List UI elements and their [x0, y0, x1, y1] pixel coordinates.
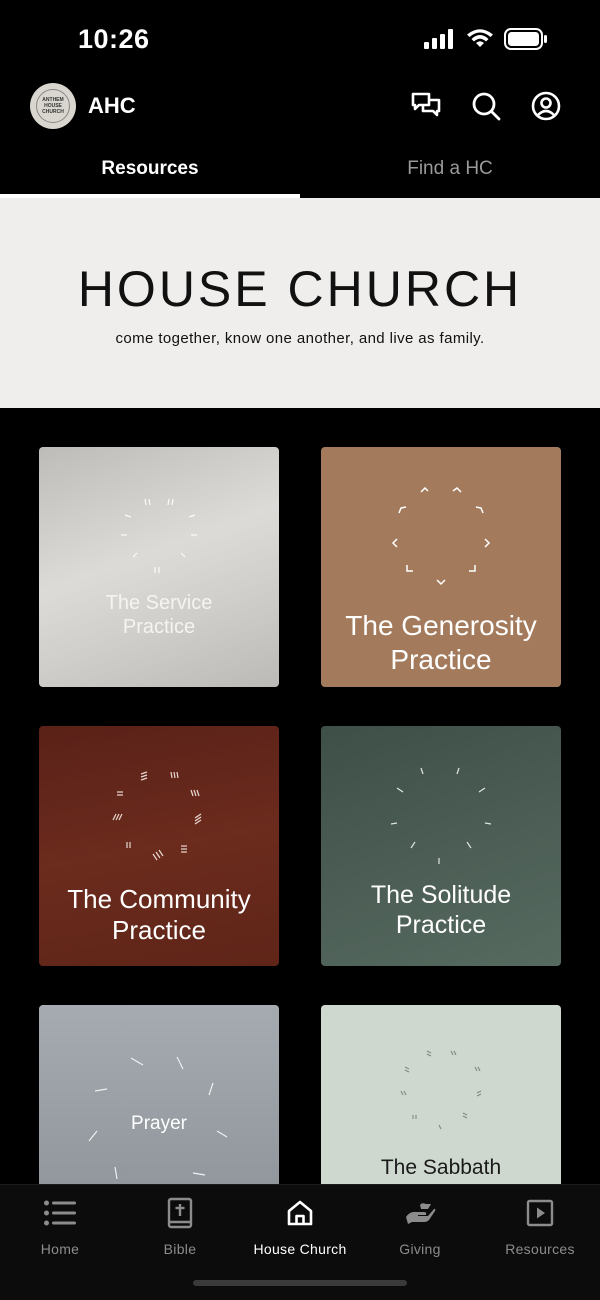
card-title: The Generosity Practice [321, 609, 561, 676]
battery-icon [504, 28, 547, 50]
card-title: The Community Practice [39, 884, 279, 946]
card-title: The Sabbath [380, 1156, 502, 1179]
church-logo-avatar[interactable]: ANTHEM HOUSE CHURCH [30, 83, 76, 129]
wifi-icon [467, 29, 493, 47]
status-bar: 10:26 [0, 0, 600, 80]
tab-resources[interactable]: Resources [0, 140, 300, 198]
status-time: 10:26 [78, 24, 150, 54]
hero-banner: HOUSE CHURCH come together, know one ano… [0, 198, 600, 408]
nav-label: Resources [505, 1241, 575, 1257]
card-sabbath[interactable]: The Sabbath [321, 1005, 561, 1184]
card-title-line: The Solitude [370, 881, 512, 909]
nav-bible[interactable]: Bible [120, 1195, 240, 1257]
header-actions [410, 90, 562, 122]
nav-resources[interactable]: Resources [480, 1195, 600, 1257]
card-title-line: Practice [390, 643, 492, 675]
card-title: Prayer [131, 1113, 187, 1134]
search-icon[interactable] [470, 90, 502, 122]
giving-hand-icon [360, 1195, 480, 1231]
nav-home[interactable]: Home [0, 1195, 120, 1257]
house-icon [240, 1195, 360, 1231]
nav-giving[interactable]: Giving [360, 1195, 480, 1257]
ornament-icon [391, 487, 491, 586]
card-title: The Service Practice [39, 591, 279, 639]
card-title: The Solitude Practice [321, 880, 561, 940]
card-generosity-practice[interactable]: The Generosity Practice [321, 447, 561, 687]
nav-label: Bible [163, 1241, 197, 1257]
status-icons [424, 28, 548, 50]
practice-grid: The Service Practice The Generosity Prac… [0, 408, 600, 1184]
ornament-icon [391, 767, 491, 864]
card-title-line: Practice [112, 915, 206, 946]
card-title-line: The Generosity [345, 610, 537, 641]
home-indicator[interactable] [193, 1280, 407, 1286]
tab-find-a-hc[interactable]: Find a HC [300, 140, 600, 198]
nav-house-church[interactable]: House Church [240, 1195, 360, 1257]
card-solitude-practice[interactable]: The Solitude Practice [321, 726, 561, 966]
app-name: AHC [88, 93, 136, 118]
card-title-line: Practice [395, 911, 487, 939]
ornament-icon [112, 771, 202, 861]
logo-text: ANTHEM HOUSE CHURCH [36, 89, 70, 123]
card-title-line: The Community [67, 884, 251, 914]
nav-label: Home [40, 1241, 80, 1257]
hero-subtitle: come together, know one another, and liv… [115, 330, 485, 347]
app-header: ANTHEM HOUSE CHURCH AHC [0, 80, 600, 136]
messages-icon[interactable] [410, 90, 442, 122]
card-community-practice[interactable]: The Community Practice [39, 726, 279, 966]
nav-label: Giving [399, 1241, 441, 1257]
card-service-practice[interactable]: The Service Practice [39, 447, 279, 687]
hero-title: HOUSE CHURCH [77, 261, 523, 317]
profile-icon[interactable] [530, 90, 562, 122]
bible-icon [120, 1195, 240, 1231]
ornament-icon [400, 1050, 482, 1130]
top-tabs: Resources Find a HC [0, 140, 600, 198]
nav-label: House Church [253, 1241, 347, 1257]
list-icon [0, 1195, 120, 1231]
card-title-line: Practice [122, 616, 196, 638]
card-prayer[interactable]: Prayer [39, 1005, 279, 1184]
play-square-icon [480, 1195, 600, 1231]
card-title-line: The Service [105, 592, 213, 614]
cellular-signal-icon [424, 29, 453, 49]
ornament-icon [121, 498, 197, 573]
